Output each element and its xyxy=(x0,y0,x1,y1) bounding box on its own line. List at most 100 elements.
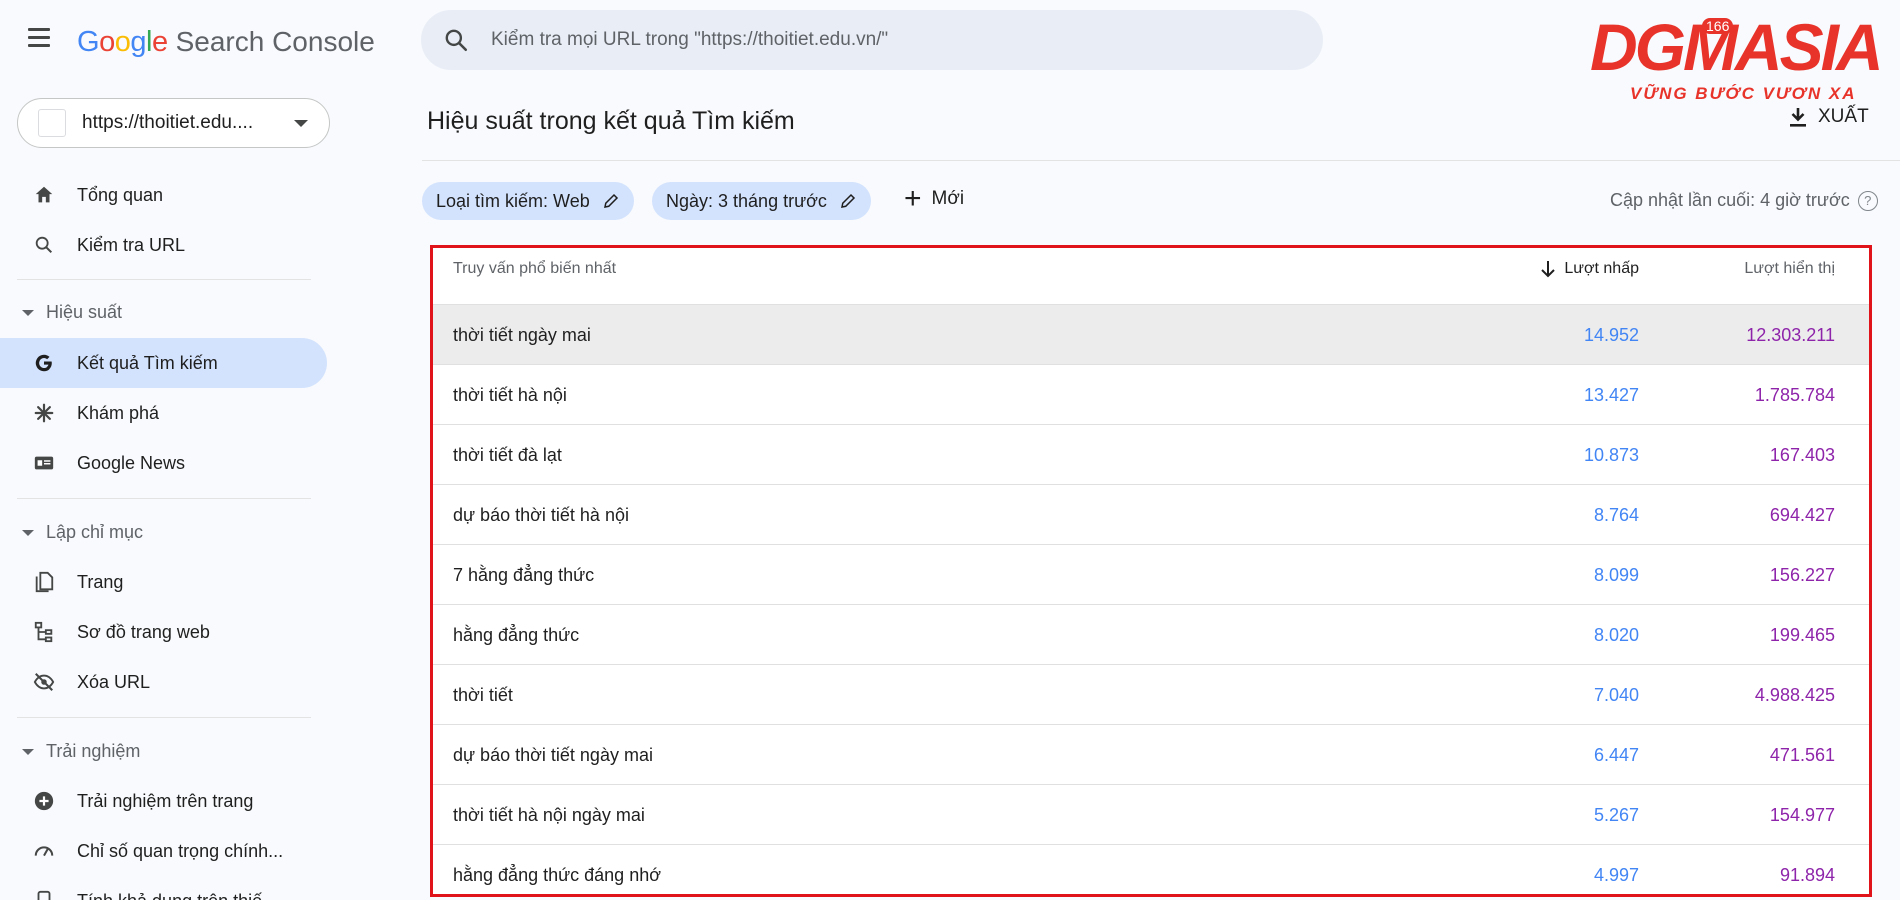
menu-line xyxy=(28,28,50,31)
collapse-triangle-icon xyxy=(22,309,34,316)
sidebar-item-url-inspection[interactable]: Kiểm tra URL xyxy=(0,220,327,270)
sidebar-item-sitemaps[interactable]: Sơ đồ trang web xyxy=(0,607,327,657)
sidebar-item-google-news[interactable]: Google News xyxy=(0,438,327,488)
query-cell: 7 hằng đẳng thức xyxy=(453,565,595,585)
notification-count-badge: 166 xyxy=(1702,18,1734,34)
export-label: XUẤT xyxy=(1818,106,1869,127)
phone-icon xyxy=(32,889,56,900)
table-body: thời tiết ngày mai 14.952 12.303.211 thời t… xyxy=(433,305,1869,894)
export-button[interactable]: XUẤT xyxy=(1788,106,1869,128)
sidebar-item-label: Chỉ số quan trọng chính... xyxy=(77,840,284,861)
table-row[interactable]: 7 hằng đẳng thức 8.099 156.227 xyxy=(433,545,1869,605)
query-cell: thời tiết xyxy=(453,685,513,705)
badge-plus-icon xyxy=(32,789,56,813)
logo-letter: o xyxy=(99,26,115,58)
product-name: Search Console xyxy=(175,26,375,57)
dgmasia-watermark: DGMASIA 166 VỮNG BƯỚC VƯƠN XA xyxy=(1590,4,1895,104)
clicks-cell: 5.267 xyxy=(1593,805,1639,825)
date-filter-chip[interactable]: Ngày: 3 tháng trước xyxy=(652,182,871,220)
table-row[interactable]: thời tiết hà nội 13.427 1.785.784 xyxy=(433,365,1869,425)
collapse-triangle-icon xyxy=(22,748,34,755)
table-row[interactable]: thời tiết đà lạt 10.873 167.403 xyxy=(433,425,1869,485)
sidebar-item-label: Tính khả dụng trên thiế xyxy=(77,891,262,900)
sidebar-item-mobile-usability[interactable]: Tính khả dụng trên thiế xyxy=(0,876,327,900)
clicks-cell: 7.040 xyxy=(1593,685,1639,705)
table-row[interactable]: thời tiết ngày mai 14.952 12.303.211 xyxy=(433,305,1869,365)
query-cell: thời tiết ngày mai xyxy=(453,325,591,345)
asterisk-icon xyxy=(32,401,56,425)
sidebar-item-label: Google News xyxy=(77,452,186,473)
section-label: Lập chỉ mục xyxy=(46,522,144,542)
sidebar-item-pages[interactable]: Trang xyxy=(0,557,327,607)
brand-wordmark: DGMASIA xyxy=(1590,10,1884,84)
section-experience-toggle[interactable]: Trải nghiệm xyxy=(22,741,140,762)
query-cell: hằng đẳng thức xyxy=(453,625,580,645)
impressions-cell: 154.977 xyxy=(1769,805,1835,825)
clicks-cell: 14.952 xyxy=(1583,325,1639,345)
query-cell: thời tiết đà lạt xyxy=(453,445,562,465)
download-icon xyxy=(1790,108,1806,127)
column-header-clicks[interactable]: Lượt nhấp xyxy=(1540,260,1639,278)
sidebar-item-label: Kết quả Tìm kiếm xyxy=(77,352,218,373)
impressions-cell: 1.785.784 xyxy=(1754,385,1835,405)
top-queries-table: Truy vấn phổ biến nhất Lượt nhấp Lượt hi… xyxy=(430,245,1872,897)
query-cell: thời tiết hà nội xyxy=(453,385,567,405)
column-header-impressions[interactable]: Lượt hiển thị xyxy=(1744,260,1835,278)
chip-label: Loại tìm kiếm: Web xyxy=(436,190,590,211)
table-row[interactable]: thời tiết 7.040 4.988.425 xyxy=(433,665,1869,725)
sidebar-item-removals[interactable]: Xóa URL xyxy=(0,657,327,707)
menu-line xyxy=(28,36,50,39)
edit-pencil-icon xyxy=(603,193,618,208)
sidebar-item-core-web-vitals[interactable]: Chỉ số quan trọng chính... xyxy=(0,826,327,876)
column-header-query[interactable]: Truy vấn phổ biến nhất xyxy=(453,260,616,278)
table-row[interactable]: hằng đẳng thức đáng nhớ 4.997 91.894 xyxy=(433,845,1869,894)
impressions-cell: 694.427 xyxy=(1769,505,1835,525)
main-menu-button[interactable] xyxy=(26,28,52,50)
sidebar-item-label: Tổng quan xyxy=(77,184,164,205)
section-indexing-toggle[interactable]: Lập chỉ mục xyxy=(22,522,143,543)
add-filter-button[interactable]: + Mới xyxy=(904,182,964,215)
impressions-cell: 12.303.211 xyxy=(1746,325,1835,345)
pages-icon xyxy=(32,570,56,594)
table-row[interactable]: dự báo thời tiết hà nội 8.764 694.427 xyxy=(433,485,1869,545)
header-divider xyxy=(422,160,1900,161)
query-cell: dự báo thời tiết ngày mai xyxy=(453,745,653,765)
sidebar-item-label: Trải nghiệm trên trang xyxy=(77,790,254,811)
property-url: https://thoitiet.edu.... xyxy=(82,112,254,133)
news-icon xyxy=(32,451,56,475)
section-label: Trải nghiệm xyxy=(46,741,141,761)
search-type-filter-chip[interactable]: Loại tìm kiếm: Web xyxy=(422,182,634,220)
impressions-cell: 4.988.425 xyxy=(1754,685,1835,705)
google-g-icon xyxy=(32,351,56,375)
impressions-cell: 91.894 xyxy=(1779,865,1835,885)
query-cell: thời tiết hà nội ngày mai xyxy=(453,805,645,825)
table-row[interactable]: dự báo thời tiết ngày mai 6.447 471.561 xyxy=(433,725,1869,785)
sidebar-item-label: Xóa URL xyxy=(77,671,151,692)
query-cell: dự báo thời tiết hà nội xyxy=(453,505,629,525)
help-icon[interactable]: ? xyxy=(1857,190,1878,211)
url-inspection-search[interactable] xyxy=(421,10,1323,70)
section-performance-toggle[interactable]: Hiệu suất xyxy=(22,302,122,323)
sidebar-item-overview[interactable]: Tổng quan xyxy=(0,170,327,220)
sort-arrow-down-icon xyxy=(1541,261,1556,278)
collapse-triangle-icon xyxy=(22,529,34,536)
clicks-cell: 8.020 xyxy=(1593,625,1639,645)
table-row[interactable]: hằng đẳng thức 8.020 199.465 xyxy=(433,605,1869,665)
table-row[interactable]: thời tiết hà nội ngày mai 5.267 154.977 xyxy=(433,785,1869,845)
sidebar-item-search-results[interactable]: Kết quả Tìm kiếm xyxy=(0,338,327,388)
gauge-icon xyxy=(32,839,56,863)
sidebar-item-page-experience[interactable]: Trải nghiệm trên trang xyxy=(0,776,327,826)
sidebar-divider xyxy=(17,717,311,718)
chevron-down-icon xyxy=(294,119,308,127)
clicks-cell: 13.427 xyxy=(1583,385,1639,405)
property-selector[interactable]: https://thoitiet.edu.... xyxy=(17,98,330,148)
google-search-console-logo[interactable]: Google Search Console xyxy=(77,26,375,59)
eye-off-icon xyxy=(32,670,56,694)
edit-pencil-icon xyxy=(840,193,855,208)
chip-label: Ngày: 3 tháng trước xyxy=(666,190,827,211)
last-updated-info: Cập nhật lần cuối: 4 giờ trước ? xyxy=(1610,190,1878,211)
url-inspection-input[interactable] xyxy=(491,29,1291,51)
plus-icon: + xyxy=(904,182,922,215)
sidebar-item-discover[interactable]: Khám phá xyxy=(0,388,327,438)
clicks-cell: 8.099 xyxy=(1593,565,1639,585)
